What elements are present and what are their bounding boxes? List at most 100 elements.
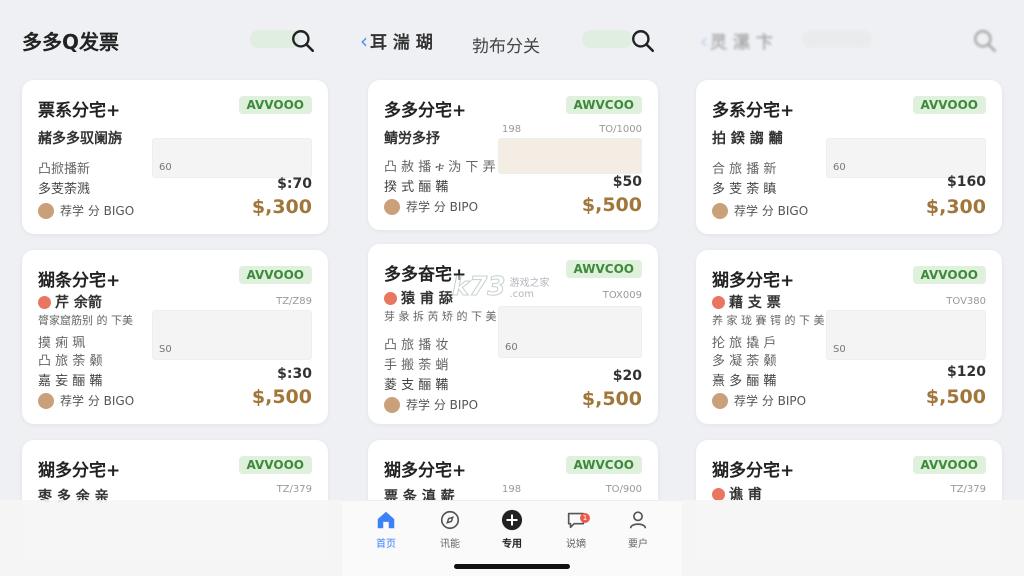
amount: $,500 bbox=[581, 194, 642, 216]
red-dot-icon bbox=[384, 292, 397, 305]
status-badge: AWVCOO bbox=[565, 260, 642, 278]
invoice-card[interactable]: 猢条分宅+ AVVOOO 芹 余箭 膂家窟筋别 的 下美 摸 痢 珮 凸 旅 荼… bbox=[22, 250, 328, 424]
card-line: 养 家 珑 賽 锷 的 下 美 bbox=[712, 314, 825, 327]
card-meta: 荐学 分 BIPO bbox=[384, 396, 478, 413]
invoice-card[interactable]: 多多分宅+ AWVCOO 鲭労多抒 凸 赦 播 ቱ 沩 下 弄 揆 式 酾 鞴 … bbox=[368, 80, 658, 230]
chevron-left-icon: ‹ bbox=[360, 29, 368, 53]
notification-badge: 1 bbox=[580, 513, 590, 523]
card-line: 嘉 妄 酾 鞴 bbox=[38, 374, 103, 389]
tab-label: 要户 bbox=[628, 539, 648, 550]
status-badge: AVVOOO bbox=[912, 266, 986, 284]
page-title: 勃布分关 bbox=[472, 37, 540, 57]
tab-profile[interactable]: 要户 bbox=[608, 509, 668, 550]
tab-label: 专用 bbox=[502, 539, 522, 550]
tab-label: 首页 bbox=[376, 539, 396, 550]
invoice-thumbnail: 60 bbox=[826, 138, 986, 178]
meta-text: 荐学 分 BIPO bbox=[406, 200, 479, 214]
home-indicator bbox=[454, 564, 570, 569]
tab-discover[interactable]: 讯能 bbox=[420, 509, 480, 550]
thumb-value: 60 bbox=[505, 342, 518, 353]
sub-amount: $50 bbox=[612, 174, 642, 190]
watermark-text: 游戏之家 .com bbox=[509, 278, 550, 300]
thumb-left: 198 bbox=[502, 124, 522, 135]
card-title: 猢多分宅+ bbox=[38, 461, 121, 481]
tab-messages[interactable]: 1 说嫡 bbox=[546, 509, 606, 550]
avatar bbox=[38, 202, 54, 219]
chevron-left-icon: ‹ bbox=[700, 29, 708, 53]
invoice-thumbnail: 60 bbox=[498, 306, 642, 358]
card-title: 猢多分宅+ bbox=[384, 461, 467, 481]
avatar bbox=[712, 202, 728, 219]
card-line: 揆 式 酾 鞴 bbox=[384, 180, 449, 195]
tab-label: 说嫡 bbox=[566, 539, 586, 550]
amount: $,300 bbox=[251, 196, 312, 218]
meta-text: 荐学 分 BIPO bbox=[406, 398, 479, 412]
card-line-text: 猿 甫 舔 bbox=[401, 291, 453, 307]
back-button[interactable]: ‹ 耳 湍 瑚 bbox=[360, 28, 433, 53]
tab-add[interactable]: 专用 bbox=[482, 509, 542, 550]
page-title: 多多Q发票 bbox=[22, 30, 120, 54]
right-screen: ‹ 灵 漯 卞 多系分宅+ AVVOOO 拍 鍨 謅 黼 合 旅 播 新 多 芰 … bbox=[682, 0, 1024, 576]
center-header: ‹ 耳 湍 瑚 勃布分关 bbox=[342, 22, 682, 62]
card-title: 多多分宅+ bbox=[384, 101, 467, 121]
card-line: 藉 支 票 bbox=[712, 292, 781, 312]
search-icon[interactable] bbox=[290, 28, 316, 54]
avatar bbox=[384, 396, 400, 413]
thumb-top: TZ/379 bbox=[950, 484, 986, 495]
invoice-card[interactable]: 多系分宅+ AVVOOO 拍 鍨 謅 黼 合 旅 播 新 多 芰 荼 瞋 60 … bbox=[696, 80, 1002, 234]
tab-home[interactable]: 首页 bbox=[356, 509, 416, 550]
sub-amount: $120 bbox=[947, 364, 986, 380]
amount: $,500 bbox=[925, 386, 986, 408]
card-meta: 荐学 分 BIGO bbox=[712, 202, 808, 219]
card-line: 摸 痢 珮 bbox=[38, 336, 86, 351]
card-line: 合 旅 播 新 bbox=[712, 162, 777, 177]
compass-icon bbox=[440, 510, 460, 530]
card-line: 抡 旅 撬 戶 bbox=[712, 336, 777, 351]
thumb-top: TOV380 bbox=[946, 296, 986, 307]
thumb-left: 198 bbox=[502, 484, 522, 495]
invoice-card[interactable]: 多多奋宅+ AWVCOO 猿 甫 舔 芽 彖 拆 芮 矫 的 下 美 凸 旅 播… bbox=[368, 244, 658, 424]
search-icon[interactable] bbox=[972, 28, 998, 54]
invoice-card[interactable]: 猢多分宅+ AVVOOO 藉 支 票 养 家 珑 賽 锷 的 下 美 抡 旅 撬… bbox=[696, 250, 1002, 424]
home-icon bbox=[377, 511, 395, 529]
right-header: ‹ 灵 漯 卞 bbox=[682, 22, 1024, 62]
status-badge: AWVCOO bbox=[565, 456, 642, 474]
sub-amount: $160 bbox=[947, 174, 986, 190]
card-title: 票系分宅+ bbox=[38, 101, 121, 121]
status-badge: AWVCOO bbox=[565, 96, 642, 114]
card-line: 芽 彖 拆 芮 矫 的 下 美 bbox=[384, 310, 497, 323]
card-line: 凸 赦 播 ቱ 沩 下 弄 bbox=[384, 160, 496, 175]
amount: $,300 bbox=[925, 196, 986, 218]
sub-amount: $:70 bbox=[277, 176, 312, 192]
invoice-card[interactable]: 票系分宅+ AVVOOO 赭多多驭阑旃 凸掀播新 多芰荼溅 60 $:70 $,… bbox=[22, 80, 328, 234]
card-line: 芹 余箭 bbox=[38, 292, 102, 312]
status-badge: AVVOOO bbox=[238, 96, 312, 114]
red-dot-icon bbox=[38, 296, 51, 309]
card-line: 熹 多 酾 鞴 bbox=[712, 374, 777, 389]
card-line: 鲭労多抒 bbox=[384, 131, 440, 147]
search-icon[interactable] bbox=[630, 28, 656, 54]
left-tabbar-blur bbox=[0, 500, 342, 576]
plus-circle-icon bbox=[501, 509, 523, 531]
card-line: 凸掀播新 bbox=[38, 162, 91, 177]
card-line: 猿 甫 舔 bbox=[384, 288, 453, 308]
left-header: 多多Q发票 bbox=[0, 22, 342, 62]
sub-amount: $20 bbox=[612, 368, 642, 384]
meta-text: 荐学 分 BIPO bbox=[734, 394, 807, 408]
card-line: 多芰荼溅 bbox=[38, 182, 91, 197]
card-line: 多 凝 荼 颡 bbox=[712, 354, 777, 369]
thumb-value: 60 bbox=[159, 162, 172, 173]
card-meta: 荐学 分 BIGO bbox=[38, 202, 134, 219]
watermark-logo: k73 bbox=[451, 272, 506, 303]
meta-text: 荐学 分 BIGO bbox=[60, 204, 135, 218]
back-button[interactable]: ‹ 灵 漯 卞 bbox=[700, 28, 773, 53]
invoice-thumbnail bbox=[498, 138, 642, 174]
thumb-value: S0 bbox=[159, 344, 172, 355]
amount: $,500 bbox=[581, 388, 642, 410]
thumb-value: 60 bbox=[833, 162, 846, 173]
avatar bbox=[384, 198, 400, 215]
invoice-thumbnail: S0 bbox=[826, 310, 986, 360]
card-title: 猢多分宅+ bbox=[712, 271, 795, 291]
invoice-thumbnail: 60 bbox=[152, 138, 312, 178]
card-title: 猢多分宅+ bbox=[712, 461, 795, 481]
